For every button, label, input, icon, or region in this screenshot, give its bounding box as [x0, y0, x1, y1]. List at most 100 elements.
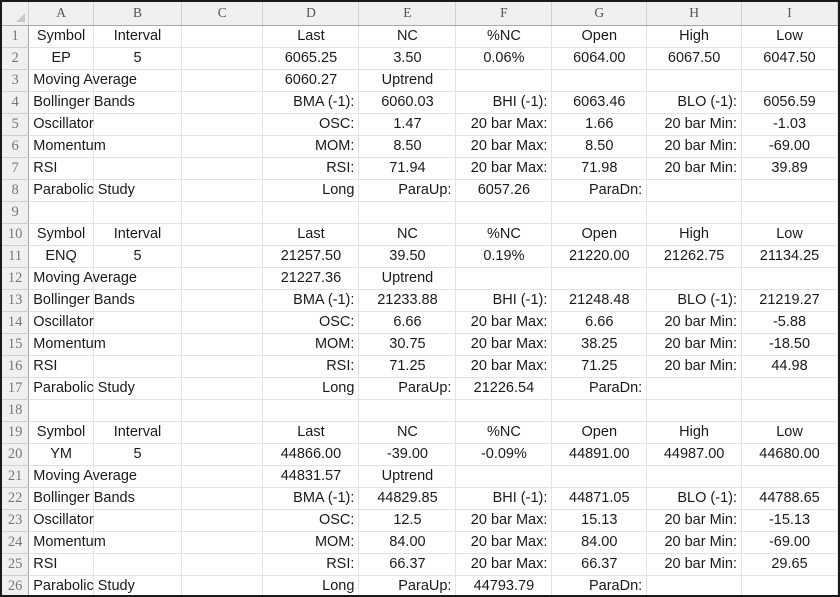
cell-G3[interactable] — [551, 69, 648, 92]
cell-A2[interactable]: EP — [28, 47, 94, 70]
cell-D19[interactable]: Last — [262, 421, 360, 444]
cell-B5[interactable] — [93, 113, 183, 136]
cell-I18[interactable] — [741, 399, 838, 422]
cell-A16[interactable]: RSI — [28, 355, 94, 378]
cell-B15[interactable] — [93, 333, 183, 356]
cell-A8[interactable]: Parabolic Study — [28, 179, 135, 202]
cell-I3[interactable] — [741, 69, 838, 92]
cell-A3[interactable]: Moving Average — [28, 69, 137, 92]
row-header-14[interactable]: 14 — [2, 311, 30, 334]
cell-D12[interactable]: 21227.36 — [262, 267, 360, 290]
cell-C19[interactable] — [181, 421, 264, 444]
cell-C1[interactable] — [181, 25, 264, 48]
cell-D15[interactable]: MOM: — [262, 333, 360, 356]
cell-B11[interactable]: 5 — [93, 245, 183, 268]
cell-B25[interactable] — [93, 553, 183, 576]
cell-I12[interactable] — [741, 267, 838, 290]
cell-H25[interactable]: 20 bar Min: — [646, 553, 742, 576]
row-header-21[interactable]: 21 — [2, 465, 30, 488]
cell-C24[interactable] — [181, 531, 264, 554]
row-header-20[interactable]: 20 — [2, 443, 30, 466]
cell-G21[interactable] — [551, 465, 648, 488]
row-header-8[interactable]: 8 — [2, 179, 30, 202]
cell-E26[interactable]: ParaUp: — [358, 575, 457, 595]
cell-G20[interactable]: 44891.00 — [551, 443, 648, 466]
cell-E9[interactable] — [358, 201, 457, 224]
cell-A5[interactable]: Oscillator — [28, 113, 94, 136]
cell-H9[interactable] — [646, 201, 742, 224]
cell-B7[interactable] — [93, 157, 183, 180]
cell-H14[interactable]: 20 bar Min: — [646, 311, 742, 334]
cell-E25[interactable]: 66.37 — [358, 553, 457, 576]
cell-C10[interactable] — [181, 223, 264, 246]
cell-C16[interactable] — [181, 355, 264, 378]
cell-F17[interactable]: 21226.54 — [455, 377, 553, 400]
cell-E4[interactable]: 6060.03 — [358, 91, 457, 114]
cell-D9[interactable] — [262, 201, 360, 224]
cell-F15[interactable]: 20 bar Max: — [455, 333, 553, 356]
cell-A12[interactable]: Moving Average — [28, 267, 137, 290]
cell-E8[interactable]: ParaUp: — [358, 179, 457, 202]
cell-G4[interactable]: 6063.46 — [551, 91, 648, 114]
cell-B6[interactable] — [93, 135, 183, 158]
cell-G13[interactable]: 21248.48 — [551, 289, 648, 312]
cell-D18[interactable] — [262, 399, 360, 422]
cell-A20[interactable]: YM — [28, 443, 94, 466]
cell-F23[interactable]: 20 bar Max: — [455, 509, 553, 532]
cell-A6[interactable]: Momentum — [28, 135, 106, 158]
cell-E5[interactable]: 1.47 — [358, 113, 457, 136]
cell-A24[interactable]: Momentum — [28, 531, 106, 554]
cell-A13[interactable]: Bollinger Bands — [28, 289, 135, 312]
cell-E20[interactable]: -39.00 — [358, 443, 457, 466]
cell-F14[interactable]: 20 bar Max: — [455, 311, 553, 334]
cell-A9[interactable] — [28, 201, 94, 224]
row-header-6[interactable]: 6 — [2, 135, 30, 158]
cell-E10[interactable]: NC — [358, 223, 457, 246]
cell-F22[interactable]: BHI (-1): — [455, 487, 553, 510]
cell-H18[interactable] — [646, 399, 742, 422]
cell-C2[interactable] — [181, 47, 264, 70]
cell-C7[interactable] — [181, 157, 264, 180]
row-header-2[interactable]: 2 — [2, 47, 30, 70]
cell-C12[interactable] — [181, 267, 264, 290]
row-header-17[interactable]: 17 — [2, 377, 30, 400]
cell-I14[interactable]: -5.88 — [741, 311, 838, 334]
cell-D5[interactable]: OSC: — [262, 113, 360, 136]
row-header-12[interactable]: 12 — [2, 267, 30, 290]
cell-D13[interactable]: BMA (-1): — [262, 289, 360, 312]
cell-D20[interactable]: 44866.00 — [262, 443, 360, 466]
cell-H26[interactable] — [646, 575, 742, 595]
cell-F7[interactable]: 20 bar Max: — [455, 157, 553, 180]
row-header-1[interactable]: 1 — [2, 25, 30, 48]
cell-H3[interactable] — [646, 69, 742, 92]
row-header-10[interactable]: 10 — [2, 223, 30, 246]
cell-F12[interactable] — [455, 267, 553, 290]
cell-B10[interactable]: Interval — [93, 223, 183, 246]
cell-I13[interactable]: 21219.27 — [741, 289, 838, 312]
cell-I8[interactable] — [741, 179, 838, 202]
cell-F21[interactable] — [455, 465, 553, 488]
column-header-i[interactable]: I — [741, 2, 838, 26]
cell-C14[interactable] — [181, 311, 264, 334]
cell-B18[interactable] — [93, 399, 183, 422]
cell-B24[interactable] — [93, 531, 183, 554]
cell-E21[interactable]: Uptrend — [358, 465, 457, 488]
cell-I15[interactable]: -18.50 — [741, 333, 838, 356]
cell-C17[interactable] — [181, 377, 264, 400]
row-header-25[interactable]: 25 — [2, 553, 30, 576]
cell-F6[interactable]: 20 bar Max: — [455, 135, 553, 158]
cell-I9[interactable] — [741, 201, 838, 224]
cell-H21[interactable] — [646, 465, 742, 488]
cell-C8[interactable] — [181, 179, 264, 202]
cell-E22[interactable]: 44829.85 — [358, 487, 457, 510]
cell-C22[interactable] — [181, 487, 264, 510]
cell-F24[interactable]: 20 bar Max: — [455, 531, 553, 554]
cell-G15[interactable]: 38.25 — [551, 333, 648, 356]
row-header-4[interactable]: 4 — [2, 91, 30, 114]
cell-B2[interactable]: 5 — [93, 47, 183, 70]
cell-A21[interactable]: Moving Average — [28, 465, 137, 488]
cell-G22[interactable]: 44871.05 — [551, 487, 648, 510]
cell-A7[interactable]: RSI — [28, 157, 94, 180]
cell-B19[interactable]: Interval — [93, 421, 183, 444]
cell-I2[interactable]: 6047.50 — [741, 47, 838, 70]
